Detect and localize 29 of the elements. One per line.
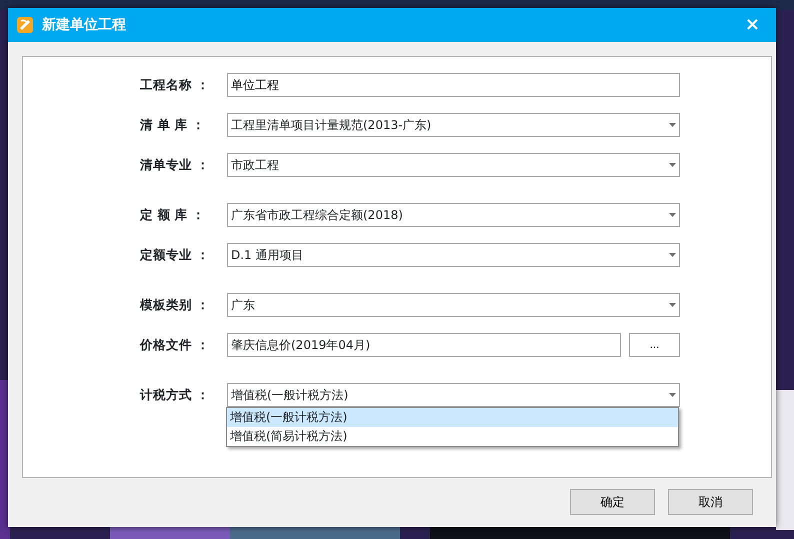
dropdown-field[interactable]: D.1 通用项目 xyxy=(227,243,680,267)
dropdown-field[interactable]: 增值税(一般计税方法) xyxy=(227,383,680,407)
dropdown-caret-icon xyxy=(669,393,676,397)
field-label: 清 单 库 ： xyxy=(140,116,206,134)
dropdown-field[interactable]: 广东省市政工程综合定额(2018) xyxy=(227,203,680,227)
dropdown-caret-icon xyxy=(669,163,676,167)
dropdown-field[interactable]: 工程里清单项目计量规范(2013-广东) xyxy=(227,113,680,137)
dropdown-option[interactable]: 增值税(简易计税方法) xyxy=(227,427,678,446)
field-label: 模板类别 ： xyxy=(140,296,210,314)
field-label: 计税方式 ： xyxy=(140,386,210,404)
dropdown-caret-icon xyxy=(669,253,676,257)
field-label: 工程名称 ： xyxy=(140,76,210,94)
field-label: 价格文件 ： xyxy=(140,336,210,354)
text-field[interactable]: 单位工程 xyxy=(227,73,680,97)
dropdown-field[interactable]: 市政工程 xyxy=(227,153,680,177)
ok-button[interactable]: 确定 xyxy=(570,489,655,515)
dropdown-field[interactable]: 广东 xyxy=(227,293,680,317)
cancel-button[interactable]: 取消 xyxy=(668,489,753,515)
field-label: 定额专业 ： xyxy=(140,246,210,264)
browse-button[interactable]: ... xyxy=(629,333,680,357)
field-label: 定 额 库 ： xyxy=(140,206,206,224)
field-label: 清单专业 ： xyxy=(140,156,210,174)
app-logo-icon xyxy=(16,16,34,34)
file-field[interactable]: 肇庆信息价(2019年04月) xyxy=(227,333,621,357)
dropdown-option[interactable]: 增值税(一般计税方法) xyxy=(227,408,678,427)
dropdown-caret-icon xyxy=(669,123,676,127)
dropdown-caret-icon xyxy=(669,213,676,217)
dropdown-caret-icon xyxy=(669,303,676,307)
window-title: 新建单位工程 xyxy=(42,16,126,34)
